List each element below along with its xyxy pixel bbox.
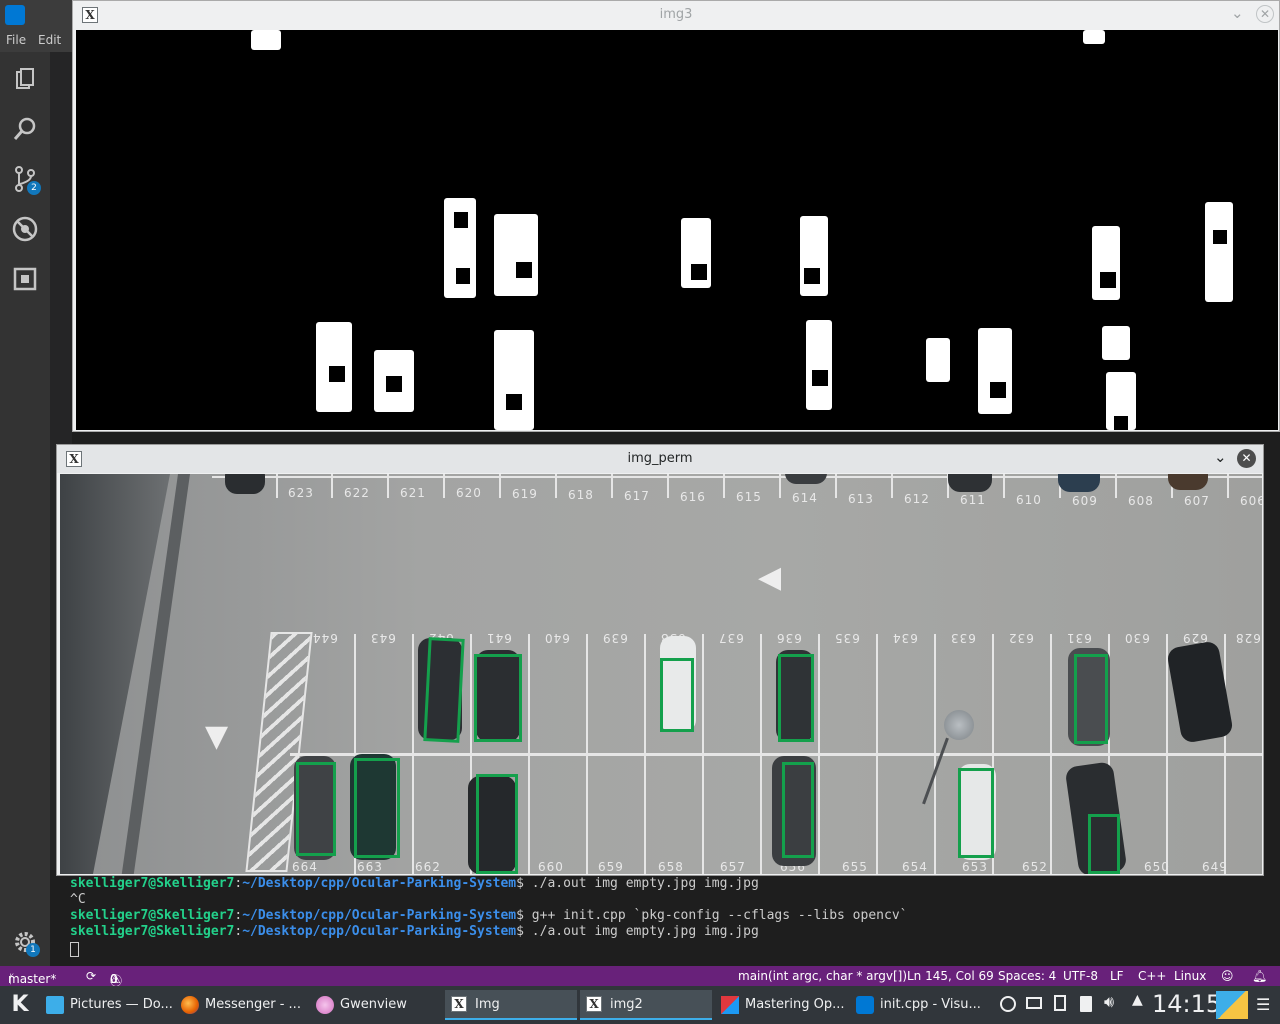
cursor-position[interactable]: Ln 145, Col 69 [907, 969, 994, 983]
detection-box [1074, 654, 1108, 744]
terminal-line: skelliger7@Skelliger7:~/Desktop/cpp/Ocul… [70, 924, 759, 939]
window-title: img_perm [627, 451, 693, 466]
detection-box [782, 762, 814, 858]
terminal-line: skelliger7@Skelliger7:~/Desktop/cpp/Ocul… [70, 908, 908, 923]
terminal-cursor-line [70, 942, 79, 958]
platform[interactable]: Linux [1174, 969, 1206, 983]
window-title: img3 [659, 7, 693, 22]
kde-taskbar: K Pictures — Do... Messenger - ... Gwenv… [0, 986, 1280, 1024]
direction-arrow-icon: ▼ [205, 719, 229, 754]
x-window-icon: X [586, 996, 602, 1012]
detection-box [474, 654, 522, 742]
source-control-badge: 2 [27, 181, 41, 195]
tray-clipboard-icon[interactable] [1054, 995, 1066, 1011]
close-icon[interactable]: ✕ [1237, 449, 1256, 468]
activity-bar: 2 1 [0, 52, 50, 966]
task-img2[interactable]: X img2 [580, 990, 712, 1020]
settings-badge: 1 [26, 943, 40, 957]
sync-icon[interactable]: ⟳ [86, 969, 96, 983]
img3-window[interactable]: X img3 ⌄ ✕ [72, 0, 1280, 432]
minimize-chevron-icon[interactable]: ⌄ [1214, 448, 1227, 466]
parking-lot-image: ◀ ▼ 623 622 621 620 619 618 617 616 615 … [60, 474, 1262, 874]
terminal-line: ^C [70, 892, 86, 907]
lamp-post [944, 710, 974, 740]
encoding[interactable]: UTF-8 [1063, 969, 1098, 983]
gwenview-icon [316, 996, 334, 1014]
task-img[interactable]: X Img [445, 990, 577, 1020]
detection-box [476, 774, 518, 874]
tray-help-icon[interactable] [1000, 996, 1016, 1012]
img3-titlebar[interactable]: X img3 ⌄ ✕ [73, 1, 1279, 29]
task-messenger[interactable]: Messenger - ... [175, 990, 307, 1020]
task-pictures[interactable]: Pictures — Do... [40, 990, 173, 1020]
integrated-terminal[interactable]: skelliger7@Skelliger7:~/Desktop/cpp/Ocul… [50, 870, 1280, 966]
kde-launcher-icon[interactable]: K [6, 990, 34, 1020]
direction-arrow-icon: ◀ [758, 560, 782, 595]
detection-box [1088, 814, 1120, 874]
img3-mask-image [76, 30, 1278, 430]
task-vscode[interactable]: init.cpp - Visu... [850, 990, 982, 1020]
tray-network-icon[interactable] [1026, 997, 1042, 1009]
explorer-icon[interactable] [11, 66, 39, 94]
img-perm-window[interactable]: X img_perm ⌄ ✕ ◀ ▼ 623 622 621 620 619 6… [56, 444, 1264, 876]
feedback-smiley-icon[interactable]: ☺ [1221, 969, 1234, 983]
language-mode[interactable]: C++ [1138, 969, 1167, 983]
minimize-chevron-icon[interactable]: ⌄ [1231, 4, 1244, 22]
panel-menu-icon[interactable]: ☰ [1256, 995, 1270, 1014]
menu-file[interactable]: File [6, 33, 26, 47]
indentation[interactable]: Spaces: 4 [998, 969, 1056, 983]
task-mastering[interactable]: Mastering Op... [715, 990, 847, 1020]
detection-box [354, 758, 400, 858]
detection-box [660, 658, 694, 732]
debug-icon[interactable] [11, 215, 39, 243]
vscode-logo-icon [5, 5, 25, 25]
extensions-icon[interactable] [11, 265, 39, 293]
detection-box [296, 762, 336, 856]
vscode-icon [856, 996, 874, 1014]
clock[interactable]: 14:15 [1152, 990, 1221, 1018]
current-function[interactable]: main(int argc, char * argv[]) [738, 969, 907, 983]
tray-expand-icon[interactable]: ▲ [1132, 992, 1143, 1008]
search-icon[interactable] [11, 115, 39, 143]
notifications-bell-icon[interactable]: 🔔︎ [1252, 969, 1267, 983]
detection-box [958, 768, 994, 858]
img-perm-titlebar[interactable]: X img_perm ⌄ ✕ [57, 445, 1263, 473]
close-icon[interactable]: ✕ [1256, 5, 1274, 23]
status-bar: ᚴ master* ⟳ ⓧ 0 ⚠ 0 main(int argc, char *… [0, 966, 1280, 988]
terminal-line: skelliger7@Skelliger7:~/Desktop/cpp/Ocul… [70, 876, 759, 891]
x-window-icon: X [451, 996, 467, 1012]
menu-edit[interactable]: Edit [38, 33, 61, 47]
firefox-icon [181, 996, 199, 1014]
detection-box [778, 654, 814, 742]
vscode-menubar: File Edit [0, 30, 72, 52]
folder-icon [46, 996, 64, 1014]
tray-battery-icon[interactable] [1080, 996, 1092, 1012]
detection-box [423, 637, 465, 743]
line-ending[interactable]: LF [1110, 969, 1124, 983]
task-gwenview[interactable]: Gwenview [310, 990, 442, 1020]
tray-volume-icon[interactable]: 🔊︎ [1104, 992, 1114, 1012]
document-viewer-icon [721, 996, 739, 1014]
desktop-preview-icon[interactable] [1216, 991, 1248, 1019]
terminal-cursor [70, 942, 79, 957]
